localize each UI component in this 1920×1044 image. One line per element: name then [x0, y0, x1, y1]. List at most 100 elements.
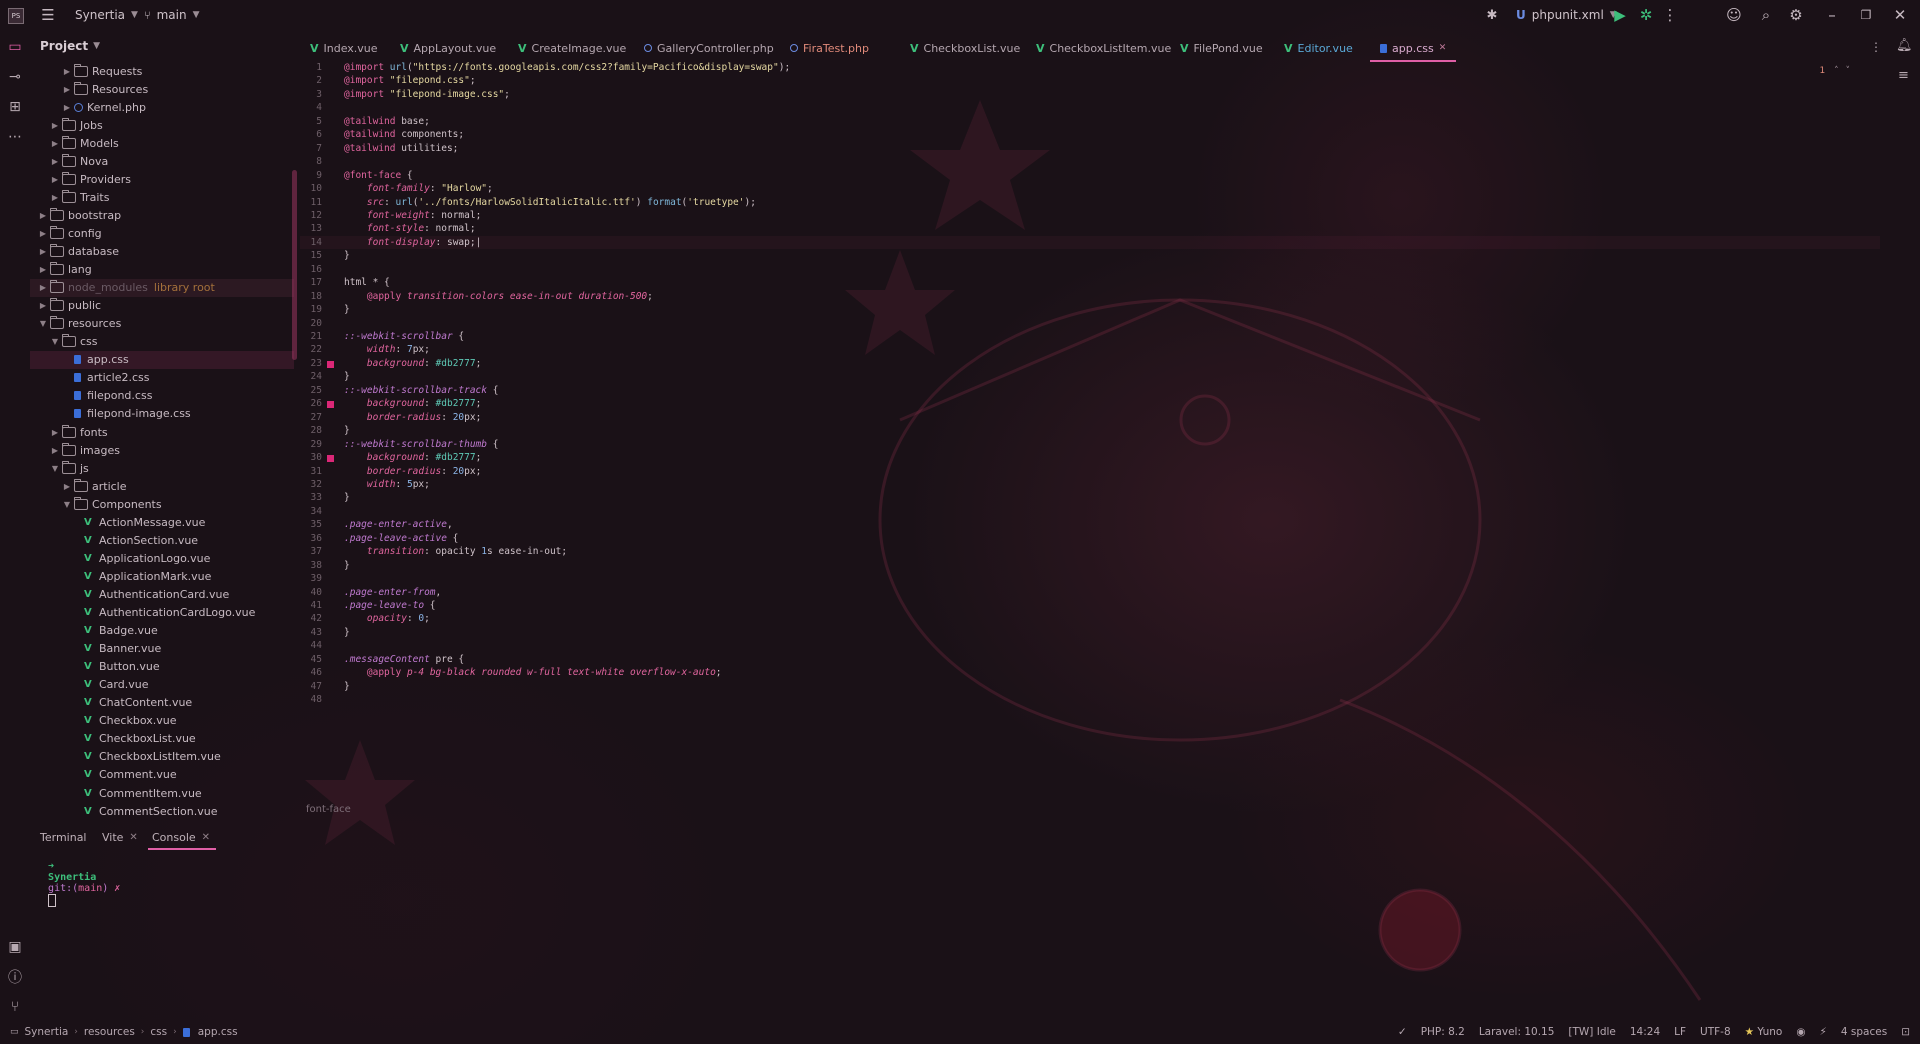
project-scrollbar[interactable] — [292, 170, 297, 360]
tree-item[interactable]: ▶ config — [30, 224, 294, 242]
chevron-right-icon[interactable]: ▶ — [38, 265, 48, 274]
chevron-right-icon[interactable]: ▶ — [50, 139, 60, 148]
tree-item[interactable]: ▶ database — [30, 243, 294, 261]
tab-checkboxlist-vue[interactable]: V CheckboxList.vue — [910, 36, 1020, 60]
chevron-down-icon[interactable]: ▼ — [50, 337, 60, 346]
structure-icon[interactable]: ⊞ — [4, 96, 26, 118]
tree-item[interactable]: V Banner.vue — [30, 640, 294, 658]
ai-icon[interactable]: ◉ — [1796, 1026, 1805, 1038]
tree-item[interactable]: V Badge.vue — [30, 622, 294, 640]
tree-item[interactable]: ▶ Resources — [30, 80, 294, 98]
status-breadcrumb-item[interactable]: Synertia — [25, 1026, 69, 1038]
line-separator[interactable]: LF — [1674, 1026, 1686, 1038]
color-swatch-gutter[interactable] — [327, 401, 334, 409]
tree-item[interactable]: V Checkbox.vue — [30, 712, 294, 730]
tree-item[interactable]: filepond-image.css — [30, 405, 294, 423]
run-config-selector[interactable]: U phpunit.xml ▼ — [1516, 8, 1617, 22]
tab-app-css[interactable]: app.css ✕ — [1369, 36, 1457, 62]
tree-item[interactable]: ▶ Kernel.php — [30, 98, 294, 116]
vcs-ok-icon[interactable]: ✓ — [1398, 1026, 1407, 1038]
tab-applayout-vue[interactable]: V AppLayout.vue — [400, 36, 496, 60]
tree-item[interactable]: ▶ fonts — [30, 423, 294, 441]
chevron-right-icon[interactable]: ▶ — [62, 67, 72, 76]
project-panel-header[interactable]: Project ▼ — [30, 36, 290, 56]
terminal-icon[interactable]: ▣ — [4, 936, 26, 958]
tree-item[interactable]: V CheckboxList.vue — [30, 730, 294, 748]
tree-item[interactable]: filepond.css — [30, 387, 294, 405]
lock-icon[interactable]: ⊡ — [1901, 1026, 1910, 1038]
tree-item[interactable]: ▼ js — [30, 459, 294, 477]
tree-item[interactable]: ▶ Requests — [30, 62, 294, 80]
git-icon[interactable]: ⑂ — [4, 996, 26, 1018]
notifications-icon[interactable]: 🔔︎ — [1896, 38, 1913, 53]
tree-item[interactable]: article2.css — [30, 369, 294, 387]
tab-index-vue[interactable]: V Index.vue — [310, 36, 378, 60]
tree-item[interactable]: V AuthenticationCardLogo.vue — [30, 604, 294, 622]
chevron-right-icon[interactable]: ▶ — [50, 157, 60, 166]
tree-item[interactable]: V CommentSection.vue — [30, 802, 294, 818]
bug-notify-icon[interactable]: ✱ — [1478, 1, 1506, 29]
status-breadcrumb-item[interactable]: resources — [84, 1026, 135, 1038]
chevron-right-icon[interactable]: ▶ — [50, 446, 60, 455]
php-version[interactable]: PHP: 8.2 — [1421, 1026, 1465, 1038]
inspection-widget[interactable]: 1 ˄ ˅ — [1820, 66, 1850, 76]
minimize-icon[interactable]: – — [1818, 1, 1846, 29]
tree-item[interactable]: V ActionMessage.vue — [30, 513, 294, 531]
tab-createimage-vue[interactable]: V CreateImage.vue — [518, 36, 626, 60]
theme-widget[interactable]: ★ Yuno — [1745, 1026, 1783, 1038]
tree-item[interactable]: ▶ article — [30, 477, 294, 495]
run-icon[interactable]: ▶ — [1606, 1, 1634, 29]
terminal-prompt[interactable]: ➜ Synertia git:(main) ✗ — [36, 850, 120, 907]
tree-item[interactable]: V ActionSection.vue — [30, 531, 294, 549]
chevron-right-icon[interactable]: ▶ — [38, 283, 48, 292]
power-save-icon[interactable]: ⚡ — [1820, 1026, 1827, 1038]
chevron-right-icon[interactable]: ▶ — [62, 482, 72, 491]
cursor-position[interactable]: 14:24 — [1630, 1026, 1660, 1038]
laravel-version[interactable]: Laravel: 10.15 — [1479, 1026, 1555, 1038]
project-switcher[interactable]: Synertia ▼ — [75, 8, 138, 22]
tab-gallerycontroller-php[interactable]: GalleryController.php — [644, 36, 774, 60]
tree-item[interactable]: V Comment.vue — [30, 766, 294, 784]
chevron-right-icon[interactable]: ▶ — [50, 193, 60, 202]
close-tab-icon[interactable]: ✕ — [202, 832, 210, 843]
chevron-right-icon[interactable]: ▶ — [38, 229, 48, 238]
status-breadcrumb-item[interactable]: app.css — [198, 1026, 238, 1038]
restore-icon[interactable]: ❐ — [1852, 1, 1880, 29]
chevron-right-icon[interactable]: ▶ — [50, 121, 60, 130]
database-icon[interactable]: ≡ — [1898, 68, 1909, 83]
tree-item[interactable]: ▶ images — [30, 441, 294, 459]
tree-item[interactable]: ▶ node_modules library root — [30, 278, 294, 297]
tree-item[interactable]: ▶ Traits — [30, 188, 294, 206]
tab-filepond-vue[interactable]: V FilePond.vue — [1180, 36, 1263, 60]
tab-checkboxlistitem-vue[interactable]: V CheckboxListItem.vue — [1036, 36, 1171, 60]
tree-item[interactable]: ▶ bootstrap — [30, 206, 294, 224]
tree-item[interactable]: ▶ Nova — [30, 152, 294, 170]
tailwind-status[interactable]: [TW] Idle — [1568, 1026, 1615, 1038]
chevron-down-icon[interactable]: ▼ — [50, 464, 60, 473]
tree-item[interactable]: V CheckboxListItem.vue — [30, 748, 294, 766]
commit-icon[interactable]: ⊸ — [4, 66, 26, 88]
chevron-up-icon[interactable]: ˄ — [1834, 66, 1839, 76]
indent-setting[interactable]: 4 spaces — [1841, 1026, 1887, 1038]
chevron-down-icon[interactable]: ˅ — [1846, 66, 1851, 76]
chevron-right-icon[interactable]: ▶ — [50, 175, 60, 184]
problems-icon[interactable]: ⓘ — [4, 966, 26, 988]
terminal-tab-console[interactable]: Console ✕ — [147, 827, 217, 850]
editor-breadcrumb[interactable]: font-face — [306, 804, 351, 815]
add-user-icon[interactable]: ☺ — [1720, 1, 1748, 29]
status-breadcrumb-item[interactable]: css — [150, 1026, 167, 1038]
chevron-right-icon[interactable]: ▶ — [38, 211, 48, 220]
folder-icon[interactable]: ▭ — [4, 36, 26, 58]
tree-item[interactable]: V Button.vue — [30, 658, 294, 676]
tree-item[interactable]: ▶ Jobs — [30, 116, 294, 134]
color-swatch-gutter[interactable] — [327, 360, 334, 368]
chevron-right-icon[interactable]: ▶ — [62, 103, 72, 112]
chevron-down-icon[interactable]: ▼ — [38, 319, 48, 328]
more-actions-icon[interactable]: ⋮ — [1656, 1, 1684, 29]
tree-item[interactable]: ▶ lang — [30, 261, 294, 279]
color-swatch-gutter[interactable] — [327, 455, 334, 463]
chevron-down-icon[interactable]: ▼ — [62, 500, 72, 509]
tree-item[interactable]: V AuthenticationCard.vue — [30, 585, 294, 603]
tree-item[interactable]: V ApplicationLogo.vue — [30, 549, 294, 567]
tree-item[interactable]: ▼ Components — [30, 495, 294, 513]
